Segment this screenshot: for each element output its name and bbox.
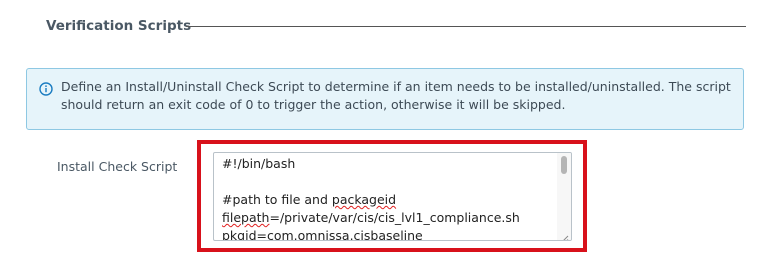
info-alert: Define an Install/Uninstall Check Script… bbox=[26, 68, 744, 130]
script-line: #path to file and packageid bbox=[222, 191, 551, 209]
scrollbar-thumb[interactable] bbox=[561, 156, 567, 174]
info-text: Define an Install/Uninstall Check Script… bbox=[61, 79, 731, 112]
section-divider bbox=[186, 26, 746, 27]
script-line bbox=[222, 173, 551, 191]
resize-handle-icon[interactable] bbox=[560, 229, 569, 240]
install-check-script-input[interactable]: #!/bin/bash #path to file and packageid … bbox=[213, 152, 572, 241]
script-content[interactable]: #!/bin/bash #path to file and packageid … bbox=[222, 155, 551, 241]
script-line-text: filepath=/private/var/cis/cis_lvl1_compl… bbox=[222, 210, 520, 225]
spellcheck-flag: packageid bbox=[331, 192, 397, 207]
script-line: pkgid=com.omnissa.cisbaseline bbox=[222, 227, 551, 241]
script-line: filepath=/private/var/cis/cis_lvl1_compl… bbox=[222, 209, 551, 227]
install-check-script-label: Install Check Script bbox=[57, 159, 178, 174]
section-title: Verification Scripts bbox=[46, 18, 192, 34]
spellcheck-flag: filepath bbox=[222, 210, 270, 225]
info-circle-icon bbox=[39, 81, 53, 96]
script-line-text: #path to file and packageid bbox=[222, 192, 397, 207]
vertical-scrollbar[interactable] bbox=[557, 153, 571, 240]
script-line-text: pkgid=com.omnissa.cisbaseline bbox=[222, 228, 423, 241]
script-line: #!/bin/bash bbox=[222, 156, 296, 171]
section-header: Verification Scripts bbox=[46, 16, 746, 38]
spellcheck-flag: pkgid bbox=[222, 228, 257, 241]
